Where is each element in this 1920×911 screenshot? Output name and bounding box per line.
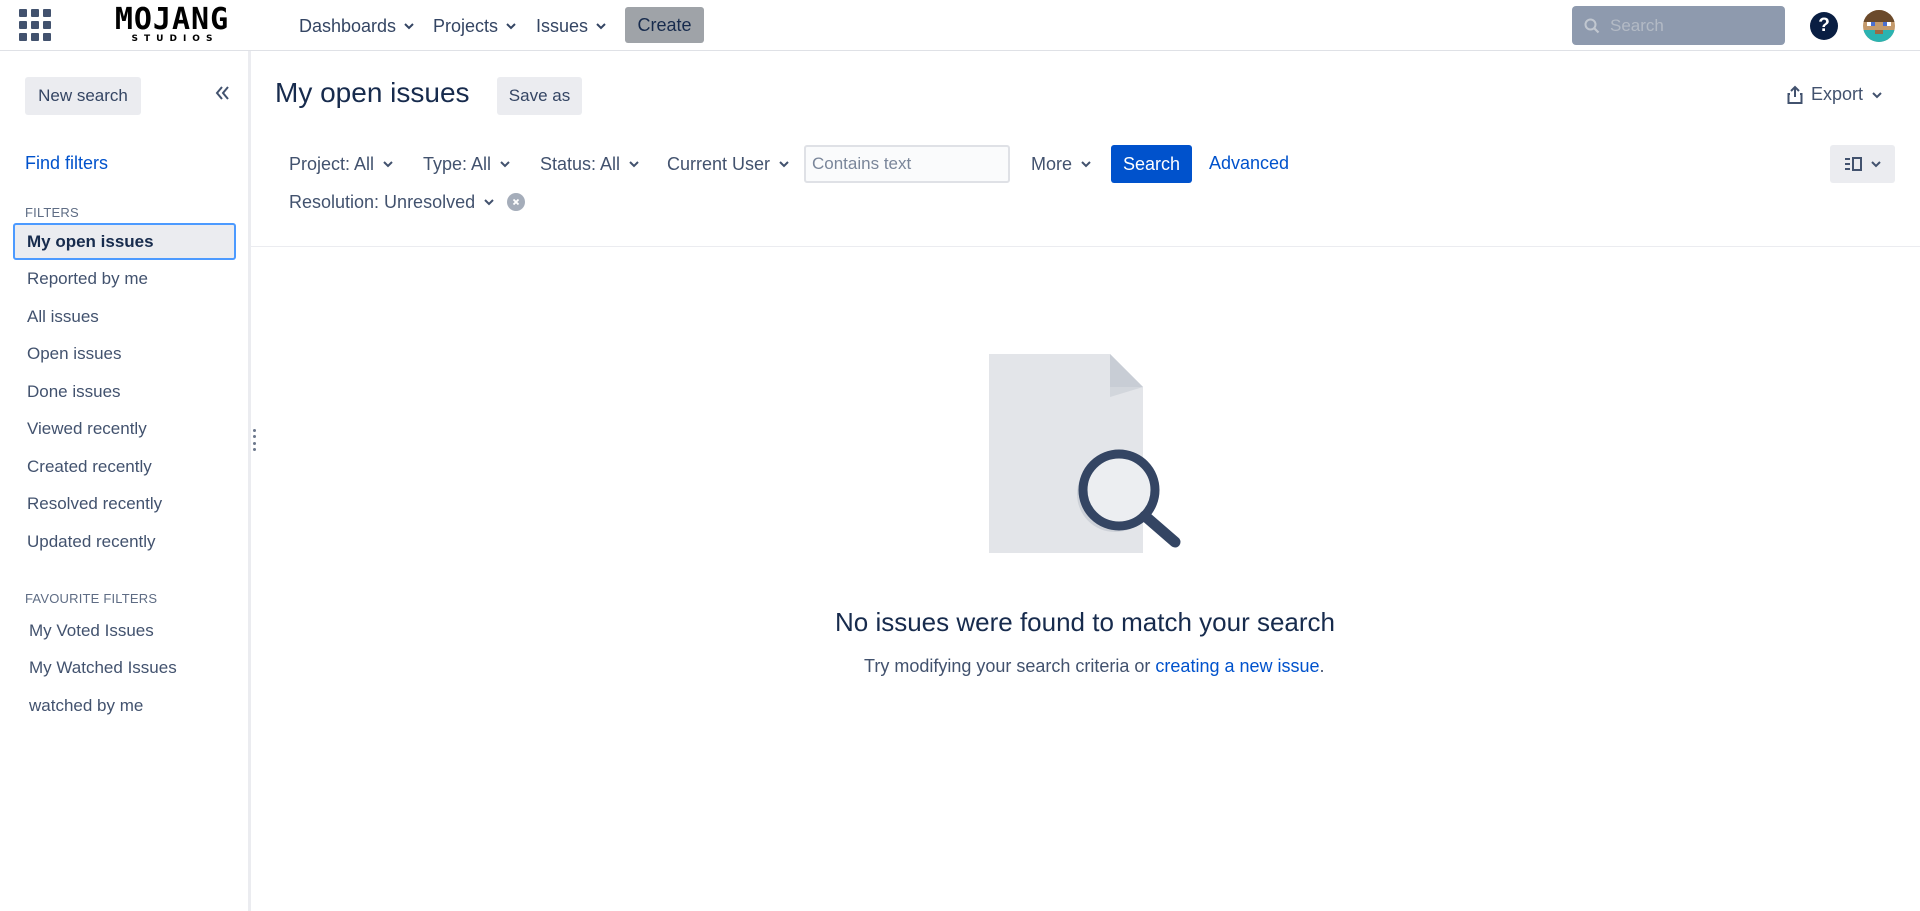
chevron-down-icon xyxy=(506,23,516,30)
no-results-illustration xyxy=(989,354,1181,553)
sidebar: New search Find filters FILTERS My open … xyxy=(0,51,251,911)
empty-state-title: No issues were found to match your searc… xyxy=(834,607,1336,637)
sidebar-item-done-issues[interactable]: Done issues xyxy=(13,373,236,410)
chevron-down-icon xyxy=(404,23,414,30)
create-new-issue-link[interactable]: creating a new issue xyxy=(1155,656,1319,676)
global-search-input[interactable] xyxy=(1610,15,1780,36)
global-search[interactable] xyxy=(1572,6,1785,45)
nav-dashboards-label: Dashboards xyxy=(299,15,397,36)
create-button[interactable]: Create xyxy=(625,7,704,43)
resolution-filter-label: Resolution: Unresolved xyxy=(289,191,476,212)
status-filter[interactable]: Status: All xyxy=(540,151,640,177)
logo-main-text: MOJANG xyxy=(114,2,230,37)
favourite-filters-heading: FAVOURITE FILTERS xyxy=(25,591,158,606)
page-title: My open issues xyxy=(275,77,470,108)
sidebar-item-open-issues[interactable]: Open issues xyxy=(13,335,236,372)
filter-divider xyxy=(251,246,1920,247)
chevron-down-icon xyxy=(629,161,639,168)
contains-text-input[interactable] xyxy=(804,145,1010,183)
mojang-logo[interactable]: MOJANG STUDIOS xyxy=(93,2,251,45)
sidebar-item-created-recently[interactable]: Created recently xyxy=(13,448,236,485)
assignee-filter[interactable]: Current User xyxy=(667,151,790,177)
chevron-down-icon xyxy=(1872,91,1882,98)
export-label: Export xyxy=(1811,84,1864,104)
assignee-filter-label: Current User xyxy=(667,153,771,174)
chevron-down-icon xyxy=(500,161,510,168)
search-button[interactable]: Search xyxy=(1111,145,1192,183)
avatar[interactable] xyxy=(1863,10,1895,42)
sidebar-item-my-open-issues[interactable]: My open issues xyxy=(13,223,236,260)
empty-state-text: Try modifying your search criteria or cr… xyxy=(864,656,1325,677)
export-icon xyxy=(1787,85,1803,104)
pixel-avatar-icon xyxy=(1863,10,1895,42)
project-filter[interactable]: Project: All xyxy=(289,151,394,177)
collapse-sidebar-icon[interactable] xyxy=(210,81,234,105)
empty-state-text-suffix: . xyxy=(1319,656,1325,676)
type-filter-label: Type: All xyxy=(423,153,492,174)
advanced-search-link[interactable]: Advanced xyxy=(1209,153,1289,174)
chevron-down-icon xyxy=(383,161,393,168)
clear-filter-icon[interactable] xyxy=(507,193,526,211)
nav-projects-label: Projects xyxy=(433,15,499,36)
status-filter-label: Status: All xyxy=(540,153,621,174)
find-filters-link[interactable]: Find filters xyxy=(25,153,108,174)
chevron-down-icon xyxy=(484,199,494,206)
export-menu[interactable]: Export xyxy=(1787,84,1883,105)
app-grid-icon[interactable] xyxy=(19,9,51,41)
save-as-button[interactable]: Save as xyxy=(497,77,582,115)
search-icon xyxy=(1584,18,1600,33)
type-filter[interactable]: Type: All xyxy=(423,151,511,177)
resolution-filter[interactable]: Resolution: Unresolved xyxy=(289,189,526,215)
chevron-down-icon xyxy=(1081,161,1091,168)
sidebar-resize-handle[interactable] xyxy=(253,429,257,451)
nav-dashboards-menu[interactable]: Dashboards xyxy=(299,13,415,39)
filters-heading: FILTERS xyxy=(25,205,79,220)
nav-issues-menu[interactable]: Issues xyxy=(536,13,607,39)
more-filter[interactable]: More xyxy=(1031,151,1092,177)
top-navigation: MOJANG STUDIOS Dashboards Projects Issue… xyxy=(0,0,1920,51)
project-filter-label: Project: All xyxy=(289,153,375,174)
sidebar-item-all-issues[interactable]: All issues xyxy=(13,298,236,335)
sidebar-item-resolved-recently[interactable]: Resolved recently xyxy=(13,485,236,522)
help-icon[interactable]: ? xyxy=(1810,12,1838,40)
nav-issues-label: Issues xyxy=(536,15,589,36)
chevron-down-icon xyxy=(779,161,789,168)
chevron-down-icon xyxy=(1870,161,1881,168)
more-filter-label: More xyxy=(1031,153,1073,174)
chevron-down-icon xyxy=(596,23,606,30)
new-search-button[interactable]: New search xyxy=(25,77,141,115)
view-switcher-button[interactable] xyxy=(1830,145,1895,183)
sidebar-item-updated-recently[interactable]: Updated recently xyxy=(13,523,236,560)
nav-projects-menu[interactable]: Projects xyxy=(433,13,517,39)
sidebar-item-reported-by-me[interactable]: Reported by me xyxy=(13,260,236,297)
sidebar-item-watched-by-me[interactable]: watched by me xyxy=(13,687,236,724)
sidebar-item-my-watched-issues[interactable]: My Watched Issues xyxy=(13,649,236,686)
sidebar-item-viewed-recently[interactable]: Viewed recently xyxy=(13,410,236,447)
list-view-icon xyxy=(1844,157,1862,171)
empty-state-text-prefix: Try modifying your search criteria or xyxy=(864,656,1156,676)
